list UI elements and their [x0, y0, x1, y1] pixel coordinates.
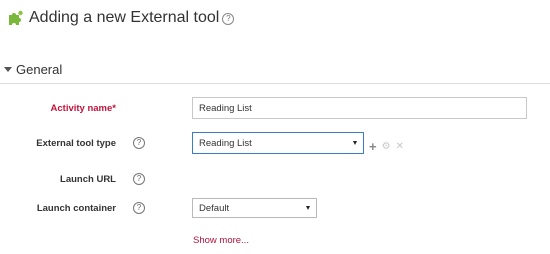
help-icon[interactable]: ?: [222, 13, 235, 25]
puzzle-icon: [6, 8, 26, 28]
section-header-general[interactable]: General: [4, 60, 62, 78]
caret-down-icon: [4, 67, 12, 72]
gear-icon[interactable]: ⚙: [382, 141, 391, 152]
external-tool-type-select[interactable]: Reading List: [192, 132, 364, 154]
launch-container-value: Default: [199, 202, 230, 214]
tool-actions: + ⚙ ✕: [369, 139, 404, 154]
page-title: Adding a new External tool: [29, 9, 220, 26]
dropdown-arrow-icon: [353, 141, 357, 145]
add-icon[interactable]: +: [369, 139, 377, 154]
dropdown-arrow-icon: [306, 206, 310, 210]
activity-name-value: Reading List: [199, 102, 252, 114]
help-icon[interactable]: ?: [133, 173, 145, 185]
launch-container-label: Launch container: [36, 203, 116, 214]
external-tool-type-value: Reading List: [199, 137, 252, 149]
page-header: Adding a new External tool ?: [6, 6, 235, 30]
section-divider: [0, 83, 550, 84]
show-more-link[interactable]: Show more...: [193, 235, 249, 246]
help-icon[interactable]: ?: [133, 202, 145, 214]
external-tool-type-label: External tool type: [36, 138, 116, 149]
activity-name-input[interactable]: Reading List: [192, 97, 527, 119]
launch-container-select[interactable]: Default: [192, 198, 317, 218]
activity-name-label: Activity name*: [50, 103, 116, 114]
launch-url-label: Launch URL: [60, 174, 116, 185]
section-title: General: [16, 61, 63, 77]
help-icon[interactable]: ?: [133, 137, 145, 149]
close-icon[interactable]: ✕: [396, 141, 404, 152]
